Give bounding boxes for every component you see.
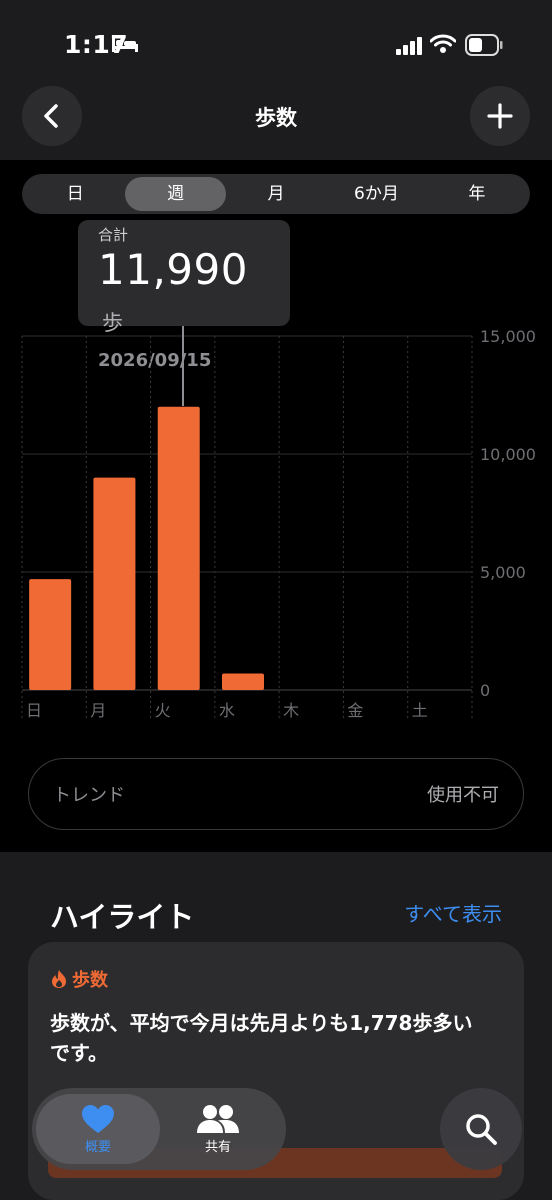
wifi-icon bbox=[430, 34, 456, 53]
highlight-tag-label: 歩数 bbox=[72, 970, 108, 991]
plus-icon bbox=[487, 103, 513, 129]
tooltip-value: 11,990 bbox=[98, 245, 248, 294]
segment-month[interactable]: 月 bbox=[226, 177, 326, 211]
highlight-text: 歩数が、平均で今月は先月よりも1,778歩多いです。 bbox=[50, 1011, 473, 1065]
x-tick-label: 金 bbox=[347, 701, 363, 720]
steps-bar-chart[interactable]: 15,000 10,000 5,000 0 日 月 火 水 木 金 土 bbox=[0, 330, 552, 730]
trend-value: 使用不可 bbox=[427, 785, 499, 806]
people-icon bbox=[197, 1104, 239, 1133]
y-tick-label: 0 bbox=[480, 681, 490, 700]
tab-sharing[interactable]: 共有 bbox=[156, 1094, 280, 1164]
x-tick-label: 月 bbox=[90, 701, 106, 720]
tab-bar: 概要 共有 bbox=[32, 1088, 286, 1170]
y-tick-label: 10,000 bbox=[480, 445, 536, 464]
tab-share-label: 共有 bbox=[204, 1139, 231, 1155]
x-tick-label: 木 bbox=[283, 701, 299, 720]
signal-icon bbox=[396, 37, 422, 55]
x-tick-label: 日 bbox=[26, 701, 42, 720]
search-button[interactable] bbox=[440, 1088, 522, 1170]
bar-火 bbox=[157, 406, 200, 690]
tab-summary-label: 概要 bbox=[84, 1139, 111, 1155]
segment-day[interactable]: 日 bbox=[25, 177, 125, 211]
segment-year[interactable]: 年 bbox=[427, 177, 527, 211]
navigation-bar: 歩数 bbox=[0, 82, 552, 160]
add-button[interactable] bbox=[470, 86, 530, 146]
tooltip-label: 合計 bbox=[98, 226, 129, 244]
status-bar: 1:17 bbox=[0, 0, 552, 90]
x-tick-label: 土 bbox=[412, 701, 428, 720]
trend-row[interactable]: トレンド 使用不可 bbox=[28, 758, 524, 830]
y-tick-label: 15,000 bbox=[480, 330, 536, 346]
bar-日 bbox=[29, 579, 72, 690]
y-tick-label: 5,000 bbox=[480, 563, 526, 582]
bed-icon bbox=[112, 38, 138, 52]
see-all-link[interactable]: すべて表示 bbox=[404, 898, 502, 927]
segment-six-months[interactable]: 6か月 bbox=[326, 177, 426, 211]
tab-summary[interactable]: 概要 bbox=[36, 1094, 160, 1164]
highlight-tag: 歩数 bbox=[50, 966, 108, 992]
selection-tooltip: 合計 11,990歩 2026/09/15 bbox=[78, 220, 290, 371]
flame-icon bbox=[52, 970, 66, 988]
tooltip-connector-line bbox=[182, 326, 184, 406]
highlights-title: ハイライト bbox=[50, 900, 195, 934]
bar-水 bbox=[222, 673, 264, 690]
battery-icon bbox=[465, 34, 503, 56]
trend-label: トレンド bbox=[53, 785, 125, 806]
x-tick-label: 火 bbox=[155, 701, 171, 720]
heart-icon bbox=[82, 1104, 114, 1133]
x-tick-label: 水 bbox=[219, 701, 235, 720]
period-selector: 日 週 月 6か月 年 bbox=[22, 174, 530, 214]
bar-月 bbox=[93, 477, 136, 690]
search-icon bbox=[466, 1114, 497, 1145]
segment-week[interactable]: 週 bbox=[125, 177, 226, 211]
